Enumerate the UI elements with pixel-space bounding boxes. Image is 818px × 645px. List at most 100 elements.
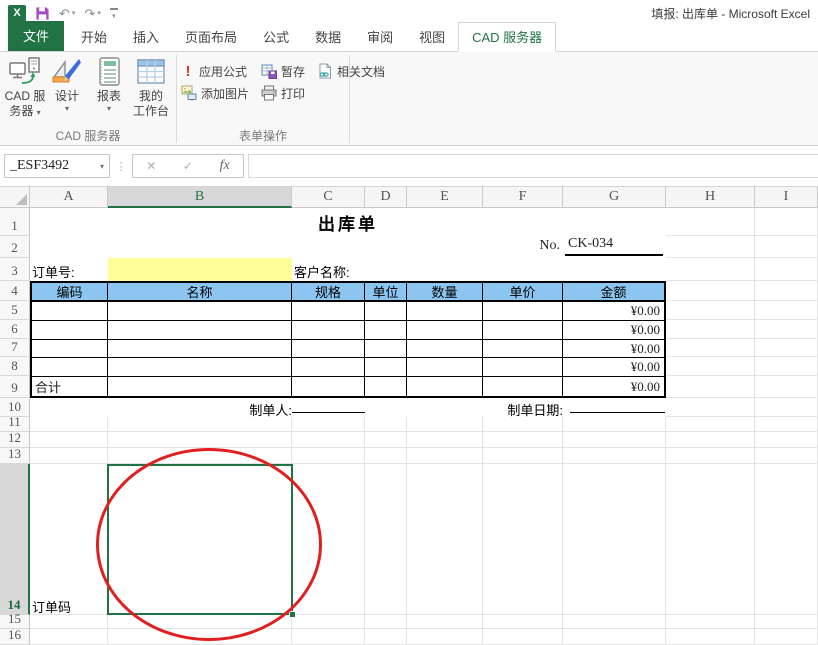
my-workbench-button[interactable]: 我的 工作台 (130, 55, 172, 119)
total-amount-cell[interactable]: ¥0.00 (563, 377, 664, 396)
cell-C15[interactable] (292, 615, 365, 629)
col-header-H[interactable]: H (666, 187, 755, 208)
cell-F13[interactable] (483, 448, 563, 464)
cell-price[interactable] (483, 321, 563, 339)
cell-price[interactable] (483, 340, 563, 357)
cell-price[interactable] (483, 302, 563, 320)
row-header-2[interactable]: 2 (0, 236, 30, 258)
save-button[interactable] (35, 6, 50, 21)
cell-G15[interactable] (563, 615, 666, 629)
cell-H8[interactable] (666, 357, 755, 376)
excel-app-icon[interactable]: X (8, 5, 26, 22)
cell-G16[interactable] (563, 629, 666, 645)
cell-H11[interactable] (666, 417, 755, 432)
cell-I11[interactable] (755, 417, 818, 432)
apply-formula-button[interactable]: ! 应用公式 (181, 60, 249, 82)
cell-I2[interactable] (755, 236, 818, 258)
cell-F14[interactable] (483, 464, 563, 615)
cell-H9[interactable] (666, 376, 755, 398)
formula-bar-resize-handle[interactable]: ⋮ (110, 160, 132, 173)
cell-spec[interactable] (292, 358, 365, 376)
cell-E16[interactable] (407, 629, 483, 645)
cell-A11[interactable] (30, 417, 108, 432)
cell-E13[interactable] (407, 448, 483, 464)
cell-I3[interactable] (755, 258, 818, 281)
tab-formulas[interactable]: 公式 (250, 23, 302, 51)
cell-price[interactable] (483, 358, 563, 376)
cell-I13[interactable] (755, 448, 818, 464)
cell-H7[interactable] (666, 339, 755, 357)
cell-unit[interactable] (365, 321, 407, 339)
cell-name[interactable] (108, 377, 292, 396)
cell-I15[interactable] (755, 615, 818, 629)
no-value-field[interactable]: CK-034 (565, 236, 663, 256)
cell-I6[interactable] (755, 320, 818, 339)
col-header-G[interactable]: G (563, 187, 666, 208)
cell-I8[interactable] (755, 357, 818, 376)
fill-handle[interactable] (289, 611, 296, 618)
print-button[interactable]: 打印 (261, 82, 305, 104)
cell-code[interactable] (32, 321, 108, 339)
tab-page-layout[interactable]: 页面布局 (172, 23, 250, 51)
cell-qty[interactable] (407, 321, 483, 339)
col-header-F[interactable]: F (483, 187, 563, 208)
cell-spec[interactable] (292, 321, 365, 339)
insert-function-button[interactable]: fx (220, 158, 230, 174)
cell-name[interactable] (108, 340, 292, 357)
cell-name[interactable] (108, 321, 292, 339)
cell-amount[interactable]: ¥0.00 (563, 340, 664, 357)
cell-name[interactable] (108, 302, 292, 320)
row-header-3[interactable]: 3 (0, 258, 30, 281)
cell-G12[interactable] (563, 432, 666, 448)
row-header-8[interactable]: 8 (0, 357, 30, 376)
row-header-1[interactable]: 1 (0, 208, 30, 236)
cell-H6[interactable] (666, 320, 755, 339)
name-box[interactable]: _ESF3492 ▾ (4, 154, 110, 178)
col-header-B[interactable]: B (108, 187, 292, 208)
tab-data[interactable]: 数据 (302, 23, 354, 51)
cell-unit[interactable] (365, 358, 407, 376)
red-ellipse-annotation[interactable] (96, 448, 322, 641)
name-box-dropdown-icon[interactable]: ▾ (100, 162, 104, 171)
cell-D16[interactable] (365, 629, 407, 645)
formula-input[interactable] (248, 154, 818, 178)
cell-A15[interactable] (30, 615, 108, 629)
cell-spec[interactable] (292, 377, 365, 396)
add-image-button[interactable]: 添加图片 (181, 82, 249, 104)
cell-H5[interactable] (666, 301, 755, 320)
select-all-corner[interactable] (0, 187, 30, 208)
row-header-9[interactable]: 9 (0, 376, 30, 398)
cell-qty[interactable] (407, 340, 483, 357)
cell-D13[interactable] (365, 448, 407, 464)
cell-I14[interactable] (755, 464, 818, 615)
cell-name[interactable] (108, 358, 292, 376)
cell-amount[interactable]: ¥0.00 (563, 302, 664, 320)
cell-qty[interactable] (407, 302, 483, 320)
tab-home[interactable]: 开始 (68, 23, 120, 51)
cell-I16[interactable] (755, 629, 818, 645)
row-header-16[interactable]: 16 (0, 629, 30, 645)
customize-toolbar-button[interactable]: ▾ (110, 8, 118, 19)
col-header-E[interactable]: E (407, 187, 483, 208)
cell-F16[interactable] (483, 629, 563, 645)
row-header-7[interactable]: 7 (0, 339, 30, 357)
cell-I1[interactable] (755, 208, 818, 236)
cell-H15[interactable] (666, 615, 755, 629)
cell-D14[interactable] (365, 464, 407, 615)
cell-H16[interactable] (666, 629, 755, 645)
col-header-I[interactable]: I (755, 187, 818, 208)
enter-button[interactable]: ✓ (183, 159, 193, 173)
cancel-button[interactable]: ✕ (146, 159, 156, 173)
col-header-A[interactable]: A (30, 187, 108, 208)
cell-H10[interactable] (666, 398, 755, 417)
cell-G11[interactable] (563, 417, 666, 432)
undo-button[interactable]: ↶ ▾ (59, 7, 75, 20)
cell-A16[interactable] (30, 629, 108, 645)
tab-file[interactable]: 文件 (8, 21, 64, 51)
cell-I12[interactable] (755, 432, 818, 448)
cell-C13[interactable] (292, 448, 365, 464)
cell-H14[interactable] (666, 464, 755, 615)
undo-dropdown-icon[interactable]: ▾ (72, 9, 76, 17)
cell-I5[interactable] (755, 301, 818, 320)
cad-server-button[interactable]: CAD 服 务器 ▾ (4, 55, 46, 119)
